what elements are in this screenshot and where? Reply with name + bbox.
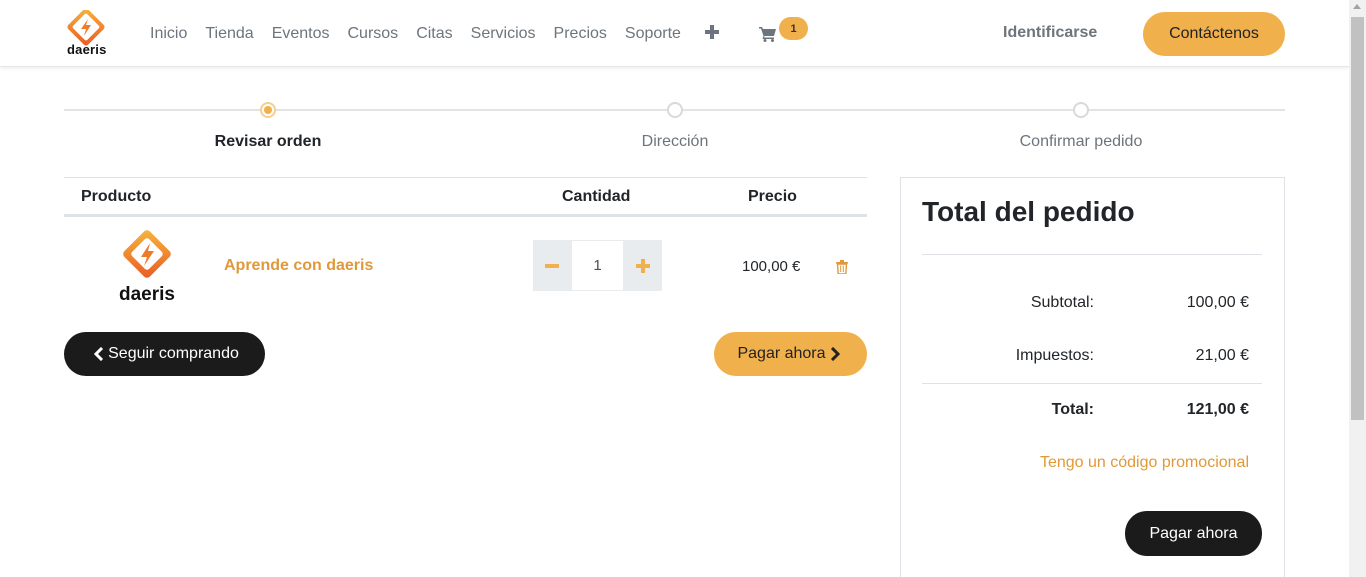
product-name-link[interactable]: Aprende con daeris (224, 257, 373, 275)
promo-code-link[interactable]: Tengo un código promocional (1000, 454, 1249, 472)
total-label: Total: (1051, 401, 1094, 418)
main-nav: Inicio Tienda Eventos Cursos Citas Servi… (150, 0, 699, 67)
column-header-quantity: Cantidad (562, 188, 631, 205)
nav-item-soporte[interactable]: Soporte (625, 25, 681, 43)
contact-button[interactable]: Contáctenos (1143, 12, 1285, 56)
column-header-price: Precio (748, 188, 797, 205)
quantity-increase-button[interactable] (624, 240, 662, 291)
trash-icon[interactable] (836, 260, 848, 274)
nav-item-tienda[interactable]: Tienda (205, 25, 253, 43)
nav-item-citas[interactable]: Citas (416, 25, 452, 43)
subtotal-label: Subtotal: (1030, 294, 1094, 311)
quantity-input[interactable] (571, 240, 624, 291)
keep-shopping-label: Seguir comprando (108, 345, 239, 362)
product-logo-text: daeris (119, 284, 175, 302)
nav-item-inicio[interactable]: Inicio (150, 25, 187, 43)
item-price: 100,00 € (742, 258, 801, 275)
cart-count-badge: 1 (779, 17, 808, 40)
plus-icon[interactable] (704, 24, 720, 40)
summary-divider (922, 383, 1262, 384)
pay-now-label: Pagar ahora (737, 345, 826, 362)
summary-divider (922, 254, 1262, 255)
plus-icon (636, 258, 650, 273)
minus-icon (545, 263, 559, 268)
nav-item-servicios[interactable]: Servicios (471, 25, 536, 43)
step-label-confirm: Confirmar pedido (1019, 133, 1143, 150)
top-navbar: daeris Inicio Tienda Eventos Cursos Cita… (0, 0, 1349, 67)
step-dot-confirm (1073, 102, 1089, 118)
total-value: 121,00 € (1186, 401, 1249, 418)
nav-item-precios[interactable]: Precios (554, 25, 607, 43)
chevron-left-icon (94, 347, 104, 361)
login-link[interactable]: Identificarse (1003, 24, 1097, 42)
step-dot-address (667, 102, 683, 118)
order-summary-title: Total del pedido (922, 196, 1135, 227)
quantity-decrease-button[interactable] (533, 240, 571, 291)
step-label-review: Revisar orden (214, 133, 322, 150)
brand-name: daeris (67, 42, 107, 57)
summary-pay-now-button[interactable]: Pagar ahora (1125, 511, 1262, 556)
cart-table-header-border (64, 214, 867, 217)
keep-shopping-button[interactable]: Seguir comprando (64, 332, 265, 376)
taxes-label: Impuestos: (1015, 347, 1094, 364)
scrollbar-thumb[interactable] (1351, 17, 1364, 420)
nav-item-eventos[interactable]: Eventos (272, 25, 330, 43)
product-image[interactable]: daeris (116, 230, 178, 302)
nav-item-cursos[interactable]: Cursos (348, 25, 399, 43)
page-scrollbar[interactable] (1349, 0, 1366, 577)
cart-icon[interactable] (759, 26, 777, 42)
step-label-address: Dirección (641, 133, 709, 150)
cart-table-top-border (64, 177, 867, 178)
subtotal-value: 100,00 € (1186, 294, 1249, 311)
column-header-product: Producto (81, 188, 152, 205)
taxes-value: 21,00 € (1195, 347, 1249, 364)
chevron-right-icon (830, 347, 840, 361)
step-dot-review (260, 102, 276, 118)
scroll-up-arrow-icon[interactable] (1353, 4, 1361, 9)
pay-now-button[interactable]: Pagar ahora (714, 332, 867, 376)
